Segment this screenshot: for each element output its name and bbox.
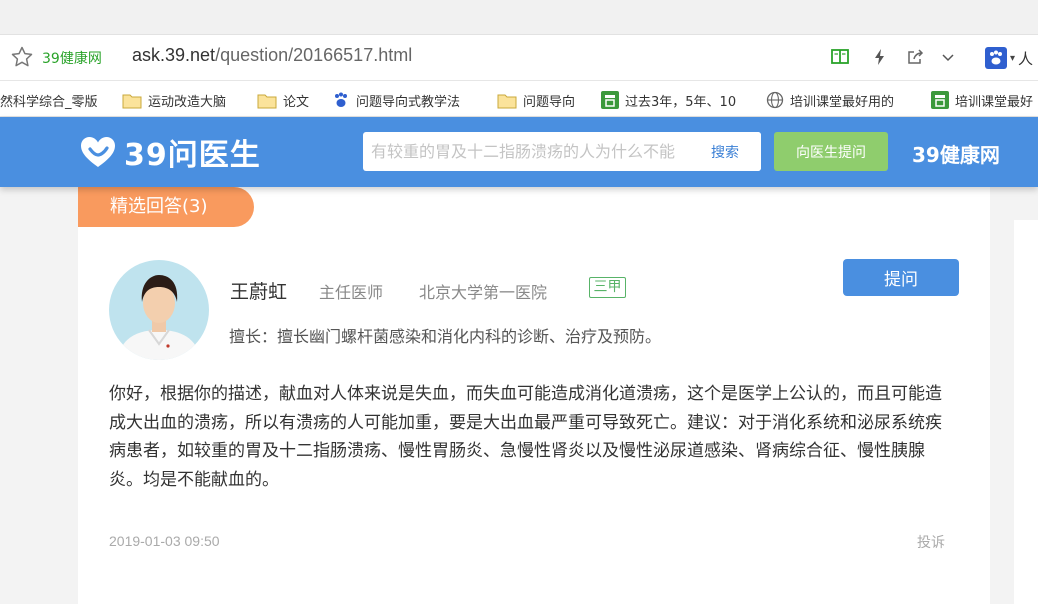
paw-icon [985,47,1007,69]
site-identity[interactable]: 39健康网 [42,48,102,68]
bookmarks-bar: 然科学综合_零版 运动改造大脑 论文 问题导向式教学法 问题导向 过去3年，5年… [0,82,1038,117]
bookmark-label: 培训课堂最好 [955,94,1034,110]
paw-icon [335,92,347,107]
bookmark-item[interactable]: 培训课堂最好 [931,90,1033,110]
bookmark-label: 运动改造大脑 [148,94,227,110]
selected-answers-tab[interactable]: 精选回答(3) [78,187,254,227]
address-bar: 39健康网 ask.39.net/question/20166517.html … [0,35,1038,81]
user-label: 人 [1018,49,1034,68]
guan-icon [931,91,949,109]
bookmark-label: 然科学综合_零版 [0,94,98,110]
url-path: /question/20166517.html [215,45,413,65]
heart-logo-icon [81,137,115,167]
bookmark-label: 问题导向式教学法 [356,94,461,110]
globe-icon [766,91,784,109]
site-header: 39问医生 搜索 向医生提问 39健康网 [0,117,1038,187]
star-icon[interactable] [10,45,34,69]
reader-mode-icon[interactable] [830,47,850,67]
bookmark-item[interactable]: 培训课堂最好用的 [766,90,894,110]
search-button[interactable]: 搜索 [689,132,761,171]
doctor-specialty: 擅长：擅长幽门螺杆菌感染和消化内科的诊断、治疗及预防。 [229,327,662,346]
search-input[interactable] [363,132,688,171]
right-sidebar-edge [1014,220,1038,604]
caret-icon: ▾ [1010,52,1016,64]
brand-logo[interactable]: 39健康网 [912,139,1000,168]
doctor-hospital[interactable]: 北京大学第一医院 [419,279,547,303]
report-link[interactable]: 投诉 [917,532,945,552]
ask-doctor-button[interactable]: 向医生提问 [774,132,888,171]
bookmark-item[interactable]: 问题导向式教学法 [332,90,460,110]
browser-tab-strip [0,0,1038,35]
doctor-title: 主任医师 [319,283,384,302]
folder-icon [122,94,142,108]
bookmark-label: 过去3年，5年、10 [625,94,737,110]
bookmark-label: 问题导向 [523,94,576,110]
user-menu[interactable]: ▾ 人 [985,45,1033,71]
answer-text: 你好，根据你的描述，献血对人体来说是失血，而失血可能造成消化道溃疡，这个是医学上… [109,384,942,490]
site-logo[interactable]: 39问医生 [78,133,261,173]
bookmark-item[interactable]: 然科学综合_零版 [0,90,98,110]
share-icon[interactable] [905,47,925,67]
bookmark-item[interactable]: 过去3年，5年、10 [601,90,736,110]
url-host: ask.39.net [132,45,216,65]
guan-icon [601,91,619,109]
hospital-grade-badge: 三甲 [589,277,626,298]
folder-icon [257,94,277,108]
lightning-icon[interactable] [870,47,890,67]
ask-question-button[interactable]: 提问 [843,259,959,296]
bookmark-label: 论文 [283,94,310,110]
bookmark-item[interactable]: 问题导向 [497,90,575,110]
folder-icon [497,94,517,108]
search-box: 搜索 [363,132,761,171]
answer-card: 精选回答(3) 王蔚虹 主任医师 北京大学第一医院 三甲 擅长：擅长幽门螺杆菌感… [78,187,990,604]
url-field[interactable]: ask.39.net/question/20166517.html [132,45,412,66]
doctor-name[interactable]: 王蔚虹 [230,277,287,304]
bookmark-item[interactable]: 运动改造大脑 [122,90,226,110]
bookmark-label: 培训课堂最好用的 [790,94,895,110]
answer-timestamp: 2019-01-03 09:50 [109,533,220,549]
doctor-avatar[interactable] [109,260,209,360]
logo-text: 39问医生 [124,138,261,173]
bookmark-item[interactable]: 论文 [257,90,309,110]
chevron-down-icon[interactable] [938,47,958,67]
